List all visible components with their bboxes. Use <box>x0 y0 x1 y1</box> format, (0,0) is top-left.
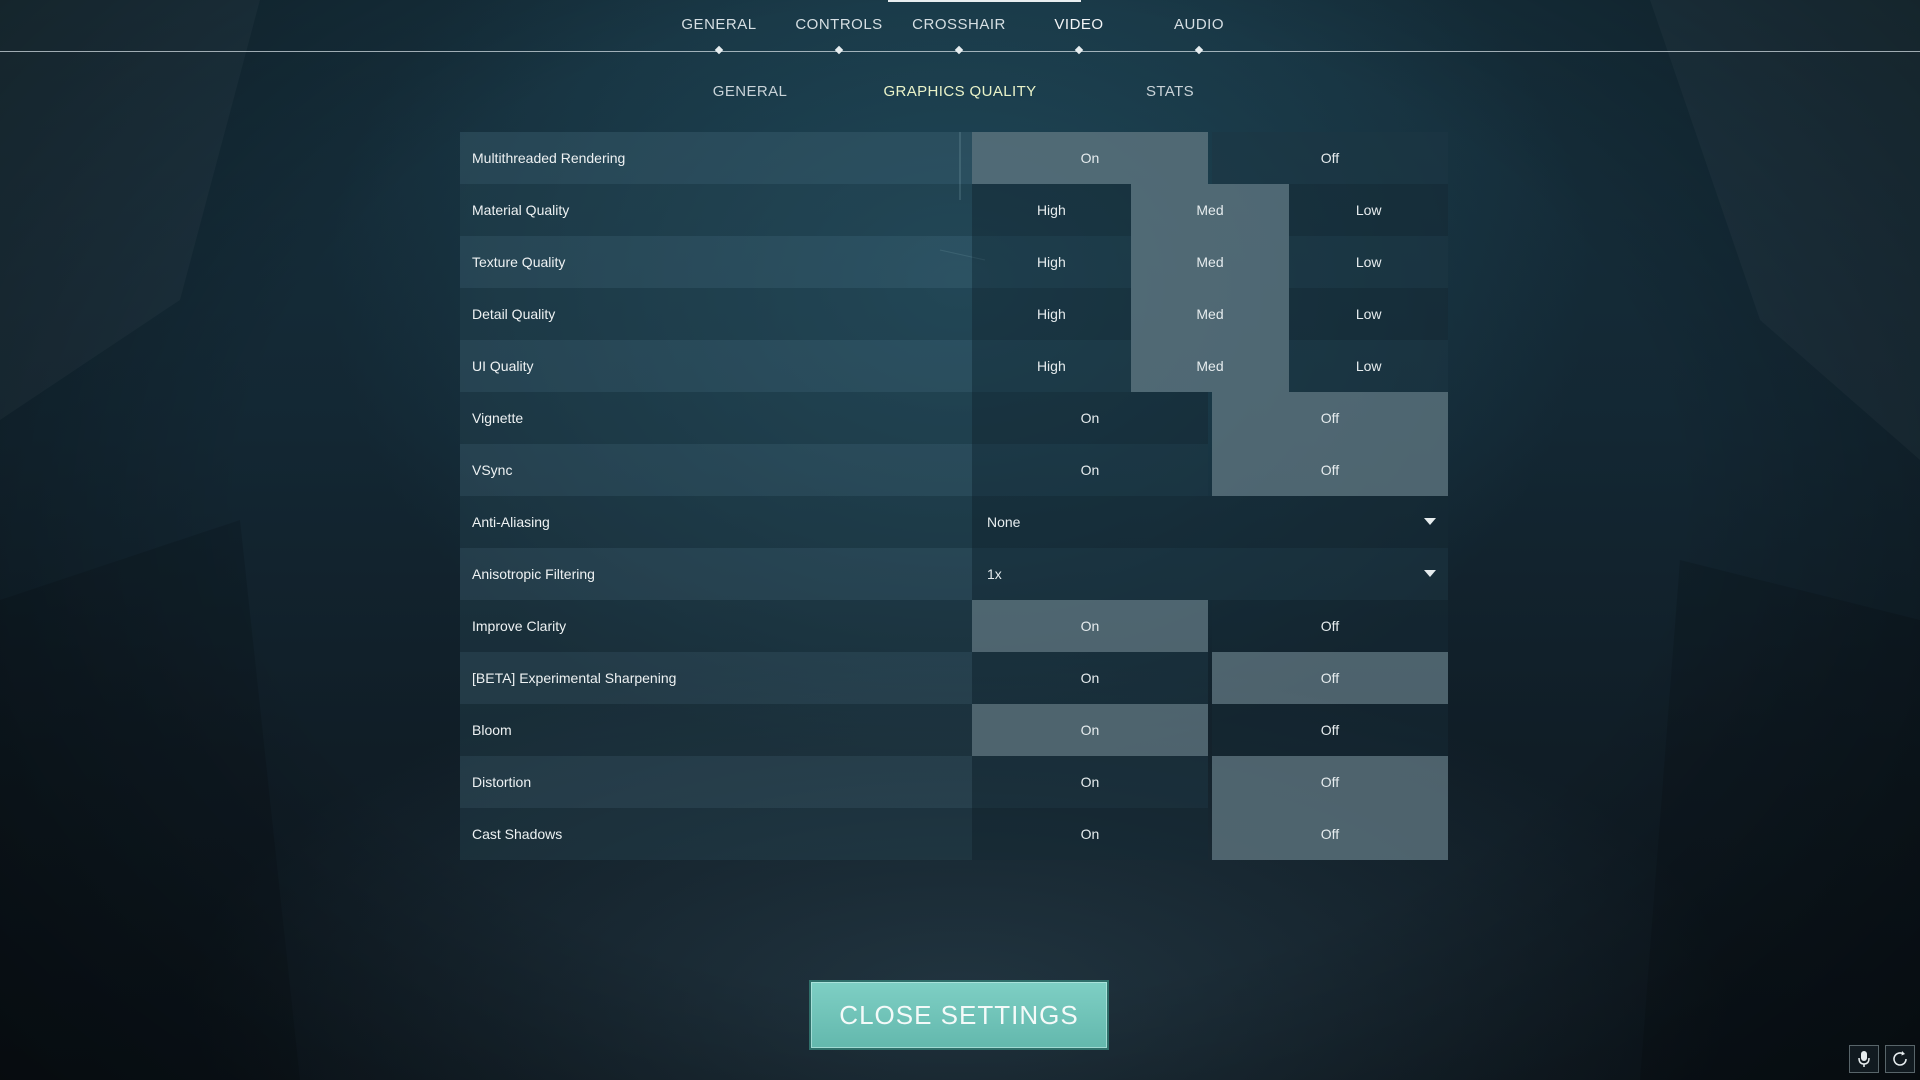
setting-label: Material Quality <box>460 184 972 236</box>
caret-down-icon <box>1424 570 1436 577</box>
setting-row: Texture Quality High Med Low <box>460 236 1449 288</box>
option-med-button[interactable]: Med <box>1130 340 1290 392</box>
setting-label: Vignette <box>460 392 972 444</box>
setting-options: On Off <box>972 808 1448 860</box>
option-low-button[interactable]: Low <box>1289 236 1449 288</box>
option-off-button[interactable]: Off <box>1212 652 1448 704</box>
dropdown-value: None <box>987 514 1021 530</box>
option-high-button[interactable]: High <box>972 340 1131 392</box>
microphone-icon[interactable] <box>1849 1045 1879 1073</box>
option-on-button[interactable]: On <box>972 652 1208 704</box>
close-settings-button[interactable]: CLOSE SETTINGS <box>809 980 1109 1050</box>
tab-audio[interactable]: AUDIO <box>1139 16 1259 33</box>
setting-row: UI Quality High Med Low <box>460 340 1449 392</box>
setting-options: On Off <box>972 756 1448 808</box>
tab-general[interactable]: GENERAL <box>659 16 779 33</box>
option-high-button[interactable]: High <box>972 184 1131 236</box>
subtab-stats[interactable]: STATS <box>1110 83 1230 100</box>
setting-row: Multithreaded Rendering On Off <box>460 132 1448 184</box>
tab-diamond-marker <box>834 45 844 55</box>
setting-label: Cast Shadows <box>460 808 972 860</box>
setting-row: VSync On Off <box>460 444 1448 496</box>
setting-row: Cast Shadows On Off <box>460 808 1448 860</box>
setting-label: [BETA] Experimental Sharpening <box>460 652 972 704</box>
tab-diamond-marker <box>1074 45 1084 55</box>
option-on-button[interactable]: On <box>972 600 1208 652</box>
setting-row: Anisotropic Filtering 1x <box>460 548 1448 600</box>
option-low-button[interactable]: Low <box>1289 184 1449 236</box>
option-high-button[interactable]: High <box>972 236 1131 288</box>
subtab-general[interactable]: GENERAL <box>680 83 820 100</box>
setting-options: On Off <box>972 600 1448 652</box>
setting-options: High Med Low <box>972 184 1449 236</box>
option-off-button[interactable]: Off <box>1212 444 1448 496</box>
setting-row: Material Quality High Med Low <box>460 184 1449 236</box>
setting-options: High Med Low <box>972 236 1449 288</box>
option-off-button[interactable]: Off <box>1212 600 1448 652</box>
setting-label: VSync <box>460 444 972 496</box>
option-high-button[interactable]: High <box>972 288 1131 340</box>
setting-label: Bloom <box>460 704 972 756</box>
setting-options: On Off <box>972 652 1448 704</box>
option-low-button[interactable]: Low <box>1289 288 1449 340</box>
setting-dropdown[interactable]: 1x <box>972 548 1448 600</box>
option-off-button[interactable]: Off <box>1212 132 1448 184</box>
setting-label: Anti-Aliasing <box>460 496 972 548</box>
setting-options: On Off <box>972 704 1448 756</box>
setting-label: Anisotropic Filtering <box>460 548 972 600</box>
setting-options: On Off <box>972 392 1448 444</box>
option-off-button[interactable]: Off <box>1212 808 1448 860</box>
option-med-button[interactable]: Med <box>1130 236 1290 288</box>
setting-options: On Off <box>972 132 1448 184</box>
setting-row: Bloom On Off <box>460 704 1448 756</box>
setting-row: [BETA] Experimental Sharpening On Off <box>460 652 1448 704</box>
setting-row: Vignette On Off <box>460 392 1448 444</box>
setting-label: Detail Quality <box>460 288 972 340</box>
setting-label: Distortion <box>460 756 972 808</box>
option-on-button[interactable]: On <box>972 444 1208 496</box>
option-off-button[interactable]: Off <box>1212 392 1448 444</box>
setting-row: Distortion On Off <box>460 756 1448 808</box>
caret-down-icon <box>1424 518 1436 525</box>
option-on-button[interactable]: On <box>972 808 1208 860</box>
setting-row: Anti-Aliasing None <box>460 496 1448 548</box>
setting-row: Improve Clarity On Off <box>460 600 1448 652</box>
option-on-button[interactable]: On <box>972 704 1208 756</box>
option-low-button[interactable]: Low <box>1289 340 1449 392</box>
tab-video[interactable]: VIDEO <box>1019 16 1139 33</box>
settings-list: Multithreaded Rendering On Off Material Qua… <box>460 132 1449 860</box>
tab-diamond-marker <box>1194 45 1204 55</box>
option-med-button[interactable]: Med <box>1130 288 1290 340</box>
tab-controls[interactable]: CONTROLS <box>779 16 899 33</box>
setting-label: UI Quality <box>460 340 972 392</box>
tab-diamond-marker <box>714 45 724 55</box>
setting-row: Detail Quality High Med Low <box>460 288 1449 340</box>
setting-label: Improve Clarity <box>460 600 972 652</box>
refresh-icon[interactable] <box>1885 1045 1915 1073</box>
option-off-button[interactable]: Off <box>1212 756 1448 808</box>
option-off-button[interactable]: Off <box>1212 704 1448 756</box>
setting-label: Texture Quality <box>460 236 972 288</box>
option-on-button[interactable]: On <box>972 392 1208 444</box>
top-nav: GENERAL CONTROLS CROSSHAIR VIDEO AUDIO <box>0 0 1920 55</box>
tab-diamond-marker <box>954 45 964 55</box>
dropdown-value: 1x <box>987 566 1002 582</box>
option-on-button[interactable]: On <box>972 132 1208 184</box>
setting-label: Multithreaded Rendering <box>460 132 972 184</box>
tab-crosshair[interactable]: CROSSHAIR <box>899 16 1019 33</box>
setting-dropdown[interactable]: None <box>972 496 1448 548</box>
setting-options: High Med Low <box>972 288 1449 340</box>
option-on-button[interactable]: On <box>972 756 1208 808</box>
active-tab-indicator <box>888 0 1081 2</box>
setting-options: High Med Low <box>972 340 1449 392</box>
option-med-button[interactable]: Med <box>1130 184 1290 236</box>
subtab-graphics-quality[interactable]: GRAPHICS QUALITY <box>870 83 1050 100</box>
setting-options: On Off <box>972 444 1448 496</box>
